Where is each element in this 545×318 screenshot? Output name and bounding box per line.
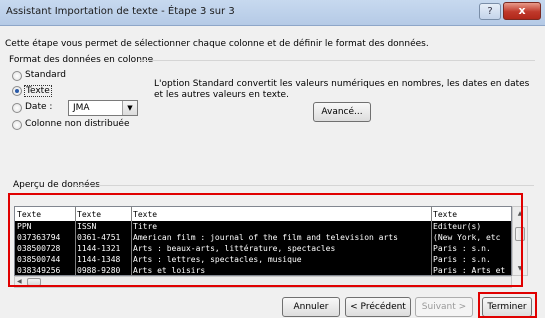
column-separator[interactable] xyxy=(431,207,432,275)
format-info-text: L'option Standard convertit les valeurs … xyxy=(154,79,530,100)
finish-button[interactable]: Terminer xyxy=(482,297,532,317)
table-cell: ISSN xyxy=(77,222,97,231)
date-label-text: Date : xyxy=(25,102,53,112)
horizontal-scrollbar[interactable]: ◀ xyxy=(14,276,512,288)
table-cell: Arts : beaux-arts, littérature, spectacl… xyxy=(133,244,336,253)
close-icon: x xyxy=(518,4,526,17)
date-format-value: JMA xyxy=(73,103,90,113)
table-cell: 1144-1321 xyxy=(77,244,121,253)
scroll-thumb[interactable] xyxy=(515,227,525,241)
chevron-down-icon[interactable]: ▼ xyxy=(122,101,137,115)
column-header-row: Texte Texte Texte Texte xyxy=(15,209,511,220)
vertical-scrollbar[interactable]: ▲ ▼ xyxy=(512,206,528,276)
advanced-button-label: Avancé... xyxy=(321,107,363,117)
preview-divider xyxy=(74,185,534,186)
help-button[interactable]: ? xyxy=(479,3,501,20)
step-description: Cette étape vous permet de sélectionner … xyxy=(5,39,429,49)
table-cell: American film : journal of the film and … xyxy=(133,233,398,242)
scroll-thumb-horizontal[interactable] xyxy=(27,278,41,286)
radio-standard[interactable] xyxy=(12,71,22,81)
table-cell: Titre xyxy=(133,222,158,231)
table-cell: PPN xyxy=(17,222,32,231)
table-cell: 038349256 xyxy=(17,266,61,275)
radio-standard-label[interactable]: Standard xyxy=(25,70,66,80)
table-row: 037363794 0361-4751 American film : jour… xyxy=(15,232,511,243)
table-cell: Editeur(s) xyxy=(433,222,482,231)
radio-non-distribuee[interactable] xyxy=(12,120,22,130)
column-separator[interactable] xyxy=(131,207,132,275)
table-cell: Arts et loisirs xyxy=(133,266,206,275)
table-cell: 1144-1348 xyxy=(77,255,121,264)
column-header[interactable]: Texte xyxy=(77,209,131,220)
table-cell: Arts : lettres, spectacles, musique xyxy=(133,255,302,264)
table-cell: Paris : Arts et xyxy=(433,266,506,275)
radio-date[interactable] xyxy=(12,103,22,113)
finish-button-label: Terminer xyxy=(487,302,527,312)
format-group-divider xyxy=(140,60,535,61)
advanced-button[interactable]: Avancé... xyxy=(313,102,371,122)
column-header[interactable]: Texte xyxy=(433,209,511,220)
date-format-select[interactable]: JMA ▼ xyxy=(68,100,138,116)
table-cell: (New York, etc xyxy=(433,233,501,242)
table-cell: 037363794 xyxy=(17,233,61,242)
cancel-button[interactable]: Annuler xyxy=(282,297,340,317)
column-separator[interactable] xyxy=(75,207,76,275)
column-header[interactable]: Texte xyxy=(17,209,75,220)
radio-texte[interactable] xyxy=(12,86,22,96)
cancel-button-label: Annuler xyxy=(293,302,329,312)
radio-date-label[interactable]: Date : xyxy=(25,102,52,112)
scroll-left-icon[interactable]: ◀ xyxy=(17,277,22,287)
table-cell: 038500744 xyxy=(17,255,61,264)
window-title: Assistant Importation de texte - Étape 3… xyxy=(6,6,235,17)
table-cell: 0988-9280 xyxy=(77,266,121,275)
scroll-up-icon[interactable]: ▲ xyxy=(513,210,527,217)
column-header[interactable]: Texte xyxy=(133,209,431,220)
non-distribuee-label-text: Colonne non distribuée xyxy=(25,119,130,129)
scroll-down-icon[interactable]: ▼ xyxy=(513,265,527,272)
previous-button-label: < Précédent xyxy=(350,302,406,312)
format-group-label: Format des données en colonne xyxy=(9,55,154,65)
radio-texte-label[interactable]: Texte xyxy=(24,85,52,97)
table-row: 038500744 1144-1348 Arts : lettres, spec… xyxy=(15,254,511,265)
help-icon: ? xyxy=(487,6,493,17)
data-preview-grid[interactable]: Texte Texte Texte Texte PPN ISSN Titre E… xyxy=(14,206,512,276)
texte-label-text: Texte xyxy=(26,86,50,96)
next-button[interactable]: Suivant > xyxy=(415,297,473,317)
table-row: PPN ISSN Titre Editeur(s) xyxy=(15,221,511,232)
table-cell: 038500728 xyxy=(17,244,61,253)
radio-non-distribuee-label[interactable]: Colonne non distribuée xyxy=(25,119,130,129)
table-cell: 0361-4751 xyxy=(77,233,121,242)
next-button-label: Suivant > xyxy=(421,302,467,312)
table-cell: Paris : s.n. xyxy=(433,244,491,253)
table-row: 038349256 0988-9280 Arts et loisirs Pari… xyxy=(15,265,511,275)
table-row: 038500728 1144-1321 Arts : beaux-arts, l… xyxy=(15,243,511,254)
standard-label-text: Standard xyxy=(25,70,66,80)
title-bar: Assistant Importation de texte - Étape 3… xyxy=(0,0,545,26)
table-cell: Paris : s.n. xyxy=(433,255,491,264)
previous-button[interactable]: < Précédent xyxy=(345,297,411,317)
close-button[interactable]: x xyxy=(503,2,541,20)
